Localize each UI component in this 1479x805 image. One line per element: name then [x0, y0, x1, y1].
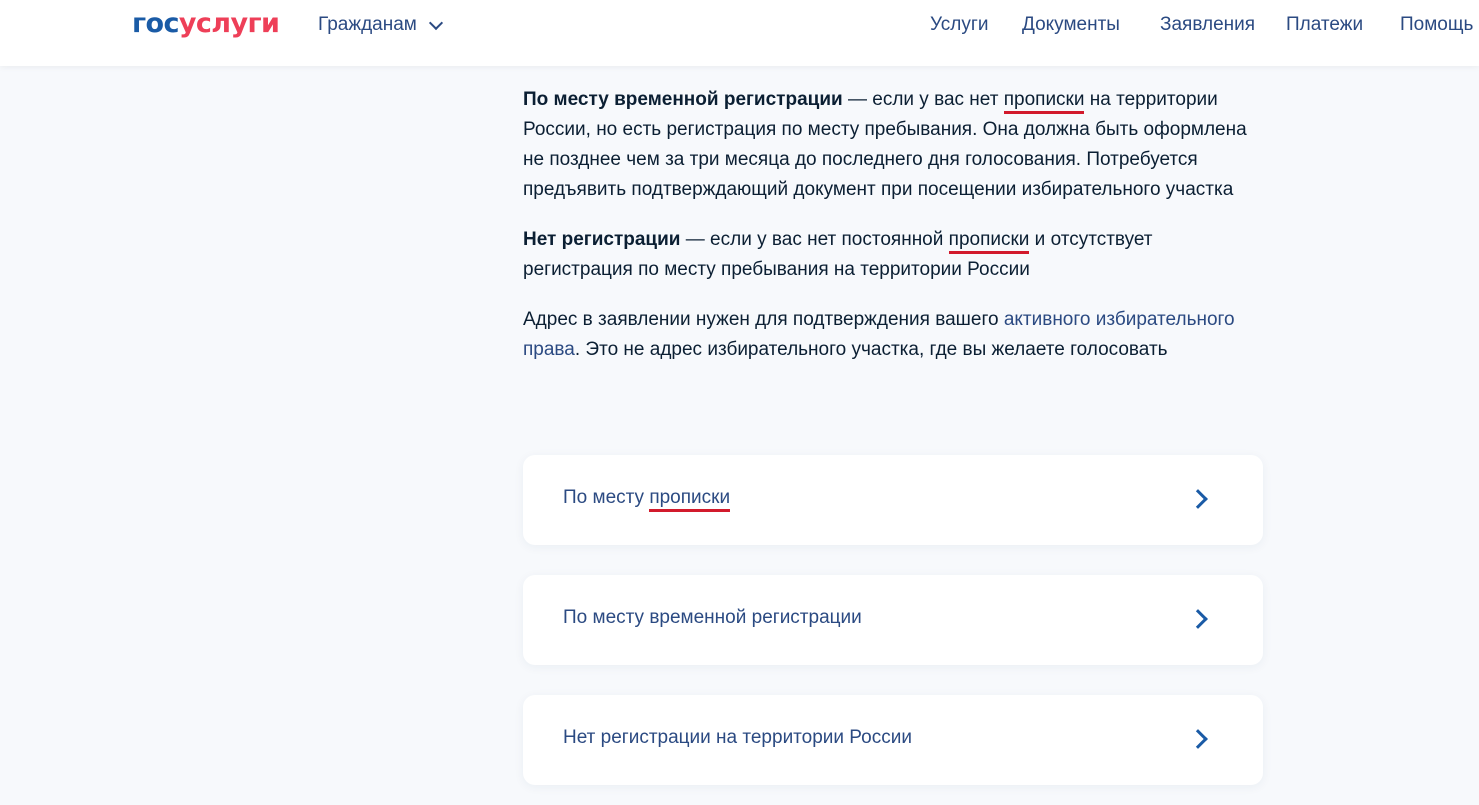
paragraph-text: — если у вас нет постоянной: [680, 229, 949, 250]
logo-text-uslugi: услуги: [178, 8, 280, 39]
option-permanent-registration[interactable]: По месту прописки: [523, 455, 1263, 545]
option-label: По месту временной регистрации: [563, 607, 862, 628]
chevron-right-icon: [1188, 609, 1208, 629]
audience-dropdown[interactable]: Гражданам: [318, 14, 443, 36]
option-label: Нет регистрации на территории России: [563, 727, 912, 748]
paragraph-address-note: Адрес в заявлении нужен для подтверждени…: [523, 305, 1263, 365]
main-content: По месту временной регистрации — если у …: [523, 85, 1263, 385]
underlined-word: прописки: [948, 229, 1030, 254]
paragraph-temporary-registration: По месту временной регистрации — если у …: [523, 85, 1263, 205]
option-temporary-registration[interactable]: По месту временной регистрации: [523, 575, 1263, 665]
logo-text-gos: гос: [132, 8, 179, 39]
paragraph-text: . Это не адрес избирательного участка, г…: [574, 339, 1168, 360]
chevron-right-icon: [1188, 729, 1208, 749]
paragraph-term: Нет регистрации: [523, 229, 681, 250]
chevron-down-icon: [428, 15, 443, 30]
underlined-word: прописки: [1003, 89, 1085, 114]
option-no-registration[interactable]: Нет регистрации на территории России: [523, 695, 1263, 785]
paragraph-text: Адрес в заявлении нужен для подтверждени…: [523, 309, 1004, 330]
paragraph-no-registration: Нет регистрации — если у вас нет постоян…: [523, 225, 1263, 285]
option-label: По месту прописки: [563, 487, 731, 512]
paragraph-text: — если у вас нет: [842, 89, 1004, 110]
gosuslugi-logo[interactable]: госуслуги: [132, 8, 280, 39]
nav-applications[interactable]: Заявления: [1160, 14, 1255, 36]
underlined-word: прописки: [649, 487, 731, 512]
nav-documents[interactable]: Документы: [1022, 14, 1120, 36]
nav-payments[interactable]: Платежи: [1286, 14, 1363, 36]
nav-services[interactable]: Услуги: [930, 14, 988, 36]
site-header: госуслуги Гражданам Услуги Документы Зая…: [0, 0, 1479, 66]
audience-dropdown-label: Гражданам: [318, 14, 417, 35]
option-label-text: По месту: [563, 487, 650, 508]
paragraph-term: По месту временной регистрации: [523, 89, 843, 110]
nav-help[interactable]: Помощь: [1400, 14, 1473, 36]
chevron-right-icon: [1188, 489, 1208, 509]
